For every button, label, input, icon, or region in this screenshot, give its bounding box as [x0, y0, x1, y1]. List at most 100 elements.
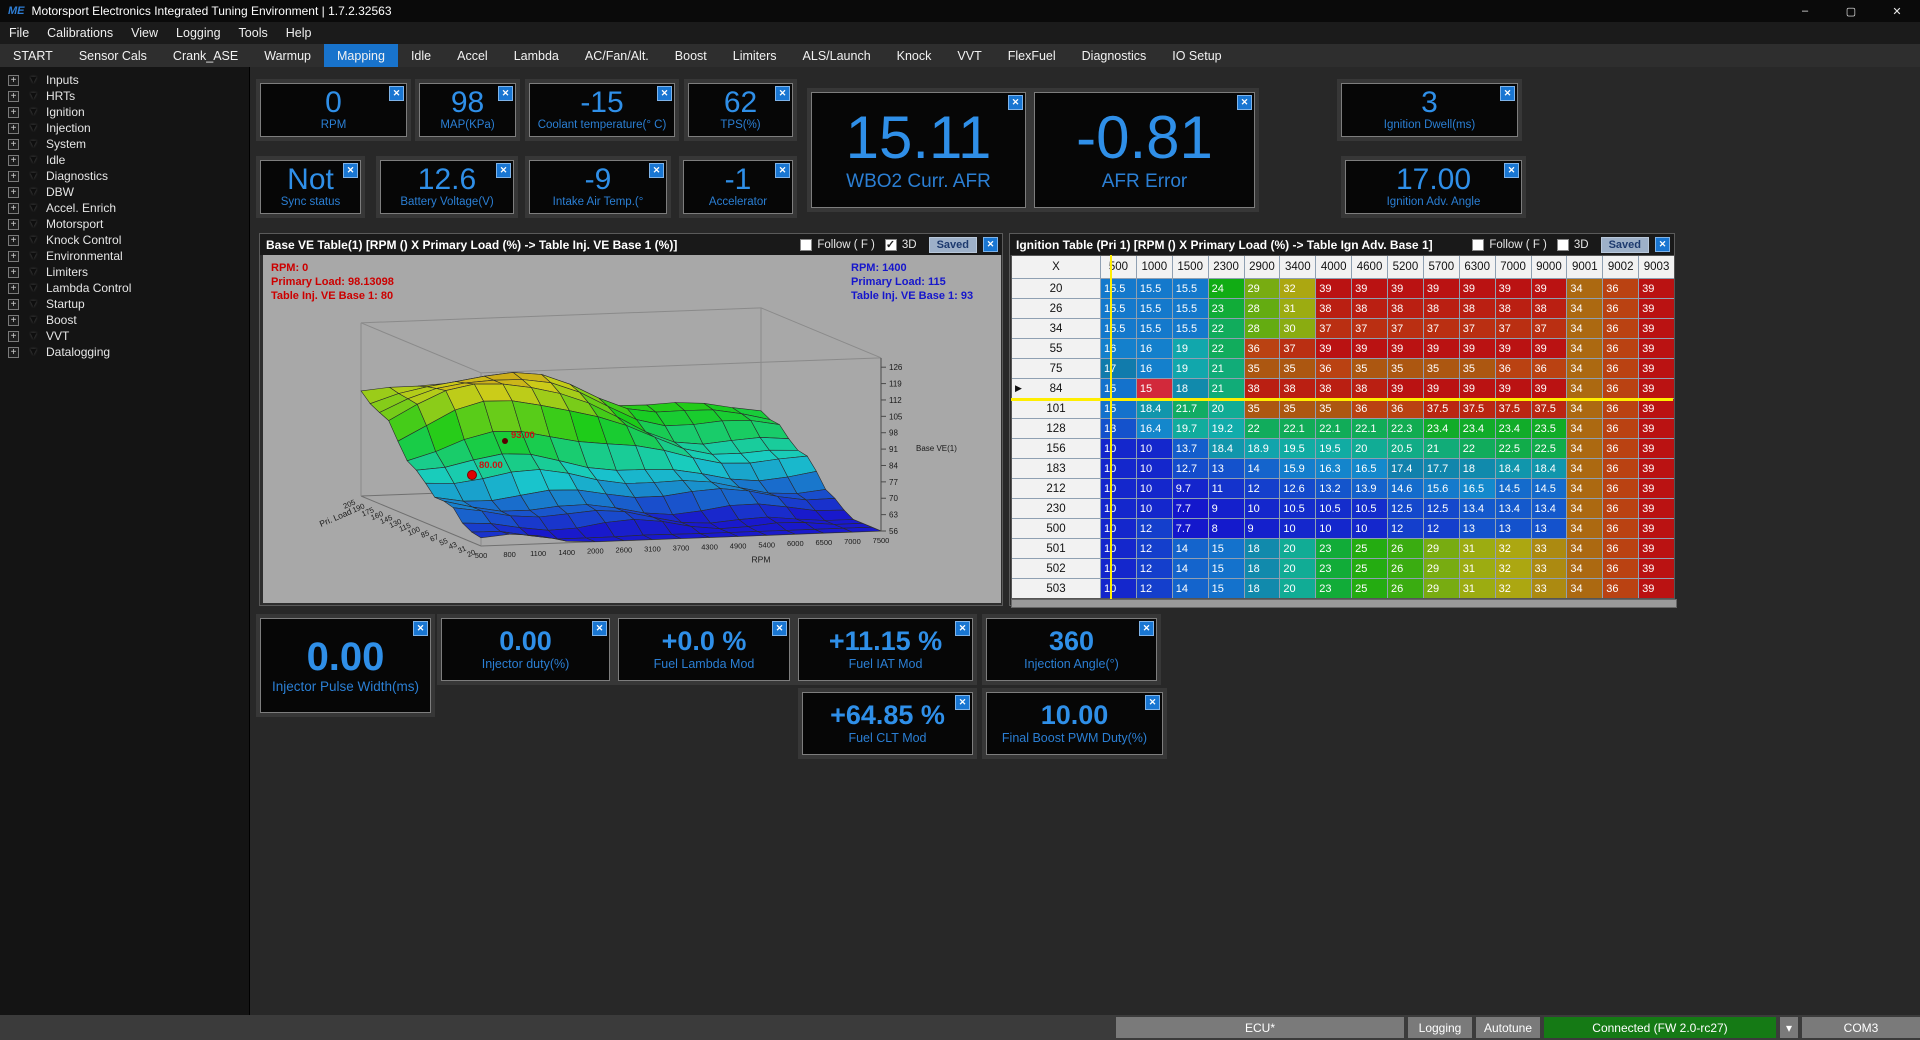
- ign-cell-r5-c4[interactable]: 38: [1245, 379, 1280, 398]
- ign-cell-r3-c14[interactable]: 36: [1603, 339, 1638, 358]
- ign-cell-r1-c2[interactable]: 15.5: [1173, 299, 1208, 318]
- ign-cell-r0-c0[interactable]: 15.5: [1101, 279, 1136, 298]
- expander-icon[interactable]: +: [8, 75, 19, 86]
- ign-cell-r9-c9[interactable]: 17.7: [1424, 459, 1459, 478]
- ign-cell-r0-c5[interactable]: 32: [1280, 279, 1315, 298]
- sidebar-item-knock-control[interactable]: +▼Knock Control: [8, 232, 249, 248]
- ign-cell-r8-c15[interactable]: 39: [1639, 439, 1674, 458]
- sidebar-item-motorsport[interactable]: +▼Motorsport: [8, 216, 249, 232]
- ign-cell-r3-c12[interactable]: 39: [1532, 339, 1567, 358]
- ign-cell-r11-c7[interactable]: 10.5: [1352, 499, 1387, 518]
- ign-cell-r1-c8[interactable]: 38: [1388, 299, 1423, 318]
- ign-cell-r1-c15[interactable]: 39: [1639, 299, 1674, 318]
- ign-cell-r2-c15[interactable]: 39: [1639, 319, 1674, 338]
- ign-cell-r15-c10[interactable]: 31: [1460, 579, 1495, 598]
- ign-cell-r7-c12[interactable]: 23.5: [1532, 419, 1567, 438]
- ign-cell-r2-c6[interactable]: 37: [1316, 319, 1351, 338]
- ign-cell-r3-c6[interactable]: 39: [1316, 339, 1351, 358]
- tab-diagnostics[interactable]: Diagnostics: [1069, 44, 1160, 67]
- ign-cell-r14-c11[interactable]: 32: [1496, 559, 1531, 578]
- ign-cell-r7-c3[interactable]: 19.2: [1209, 419, 1244, 438]
- ign-cell-r12-c10[interactable]: 13: [1460, 519, 1495, 538]
- sidebar-item-accel-enrich[interactable]: +▼Accel. Enrich: [8, 200, 249, 216]
- ign-cell-r10-c7[interactable]: 13.9: [1352, 479, 1387, 498]
- ign-cell-r14-c1[interactable]: 12: [1137, 559, 1172, 578]
- gauge-close-icon[interactable]: ✕: [1500, 86, 1515, 101]
- ign-cell-r12-c11[interactable]: 13: [1496, 519, 1531, 538]
- ign-cell-r2-c12[interactable]: 37: [1532, 319, 1567, 338]
- menu-tools[interactable]: Tools: [230, 22, 277, 44]
- tab-accel[interactable]: Accel: [444, 44, 501, 67]
- ign-cell-r9-c0[interactable]: 10: [1101, 459, 1136, 478]
- ign-cell-r6-c6[interactable]: 35: [1316, 399, 1351, 418]
- ign-cell-r13-c6[interactable]: 23: [1316, 539, 1351, 558]
- ign-cell-r4-c2[interactable]: 19: [1173, 359, 1208, 378]
- ign-cell-r2-c1[interactable]: 15.5: [1137, 319, 1172, 338]
- ign-cell-r2-c8[interactable]: 37: [1388, 319, 1423, 338]
- ign-cell-r0-c6[interactable]: 39: [1316, 279, 1351, 298]
- ve-surface-plot[interactable]: RPM: 0Primary Load: 98.13098Table Inj. V…: [263, 255, 1001, 603]
- ign-cell-r10-c14[interactable]: 36: [1603, 479, 1638, 498]
- ign-cell-r14-c0[interactable]: 10: [1101, 559, 1136, 578]
- ign-cell-r4-c11[interactable]: 36: [1496, 359, 1531, 378]
- ign-cell-r10-c0[interactable]: 10: [1101, 479, 1136, 498]
- ign-cell-r12-c12[interactable]: 13: [1532, 519, 1567, 538]
- ign-cell-r11-c0[interactable]: 10: [1101, 499, 1136, 518]
- sidebar-item-lambda-control[interactable]: +▼Lambda Control: [8, 280, 249, 296]
- gauge-close-icon[interactable]: ✕: [496, 163, 511, 178]
- ign-cell-r0-c14[interactable]: 36: [1603, 279, 1638, 298]
- sidebar-item-inputs[interactable]: +▼Inputs: [8, 72, 249, 88]
- ign-cell-r13-c12[interactable]: 33: [1532, 539, 1567, 558]
- ign-cell-r7-c0[interactable]: 13: [1101, 419, 1136, 438]
- minimize-button[interactable]: –: [1782, 0, 1828, 22]
- ign-cell-r7-c2[interactable]: 19.7: [1173, 419, 1208, 438]
- ign-cell-r2-c5[interactable]: 30: [1280, 319, 1315, 338]
- ign-cell-r13-c0[interactable]: 10: [1101, 539, 1136, 558]
- ign-cell-r3-c9[interactable]: 39: [1424, 339, 1459, 358]
- ign-cell-r0-c3[interactable]: 24: [1209, 279, 1244, 298]
- ign-cell-r2-c10[interactable]: 37: [1460, 319, 1495, 338]
- ign-cell-r1-c6[interactable]: 38: [1316, 299, 1351, 318]
- expander-icon[interactable]: +: [8, 91, 19, 102]
- ign-cell-r4-c15[interactable]: 39: [1639, 359, 1674, 378]
- tab-knock[interactable]: Knock: [884, 44, 945, 67]
- ign-cell-r9-c1[interactable]: 10: [1137, 459, 1172, 478]
- ign-cell-r12-c14[interactable]: 36: [1603, 519, 1638, 538]
- ign-cell-r5-c14[interactable]: 36: [1603, 379, 1638, 398]
- ign-cell-r11-c4[interactable]: 10: [1245, 499, 1280, 518]
- ign-cell-r2-c7[interactable]: 37: [1352, 319, 1387, 338]
- ign-cell-r7-c1[interactable]: 16.4: [1137, 419, 1172, 438]
- expander-icon[interactable]: +: [8, 187, 19, 198]
- ign-cell-r1-c11[interactable]: 38: [1496, 299, 1531, 318]
- ign-cell-r13-c11[interactable]: 32: [1496, 539, 1531, 558]
- tab-vvt[interactable]: VVT: [944, 44, 994, 67]
- ign-cell-r15-c1[interactable]: 12: [1137, 579, 1172, 598]
- ign-cell-r7-c14[interactable]: 36: [1603, 419, 1638, 438]
- ign-cell-r15-c15[interactable]: 39: [1639, 579, 1674, 598]
- ign-cell-r10-c9[interactable]: 15.6: [1424, 479, 1459, 498]
- ign-cell-r7-c7[interactable]: 22.1: [1352, 419, 1387, 438]
- ign-cell-r8-c1[interactable]: 10: [1137, 439, 1172, 458]
- ign-cell-r5-c9[interactable]: 39: [1424, 379, 1459, 398]
- menu-file[interactable]: File: [0, 22, 38, 44]
- ign-cell-r4-c8[interactable]: 35: [1388, 359, 1423, 378]
- ign-cell-r3-c5[interactable]: 37: [1280, 339, 1315, 358]
- gauge-close-icon[interactable]: ✕: [649, 163, 664, 178]
- ign-cell-r1-c3[interactable]: 23: [1209, 299, 1244, 318]
- ve-3d-checkbox[interactable]: [885, 239, 897, 251]
- expander-icon[interactable]: +: [8, 107, 19, 118]
- status-logging-button[interactable]: Logging: [1408, 1017, 1472, 1038]
- ign-cell-r8-c13[interactable]: 34: [1567, 439, 1602, 458]
- gauge-close-icon[interactable]: ✕: [1008, 95, 1023, 110]
- ign-cell-r8-c9[interactable]: 21: [1424, 439, 1459, 458]
- expander-icon[interactable]: +: [8, 123, 19, 134]
- ign-cell-r4-c10[interactable]: 35: [1460, 359, 1495, 378]
- ign-cell-r12-c6[interactable]: 10: [1316, 519, 1351, 538]
- ign-cell-r11-c11[interactable]: 13.4: [1496, 499, 1531, 518]
- ign-cell-r9-c5[interactable]: 15.9: [1280, 459, 1315, 478]
- ign-cell-r4-c3[interactable]: 21: [1209, 359, 1244, 378]
- ign-cell-r9-c12[interactable]: 18.4: [1532, 459, 1567, 478]
- ign-follow-checkbox[interactable]: [1472, 239, 1484, 251]
- expander-icon[interactable]: +: [8, 331, 19, 342]
- expander-icon[interactable]: +: [8, 251, 19, 262]
